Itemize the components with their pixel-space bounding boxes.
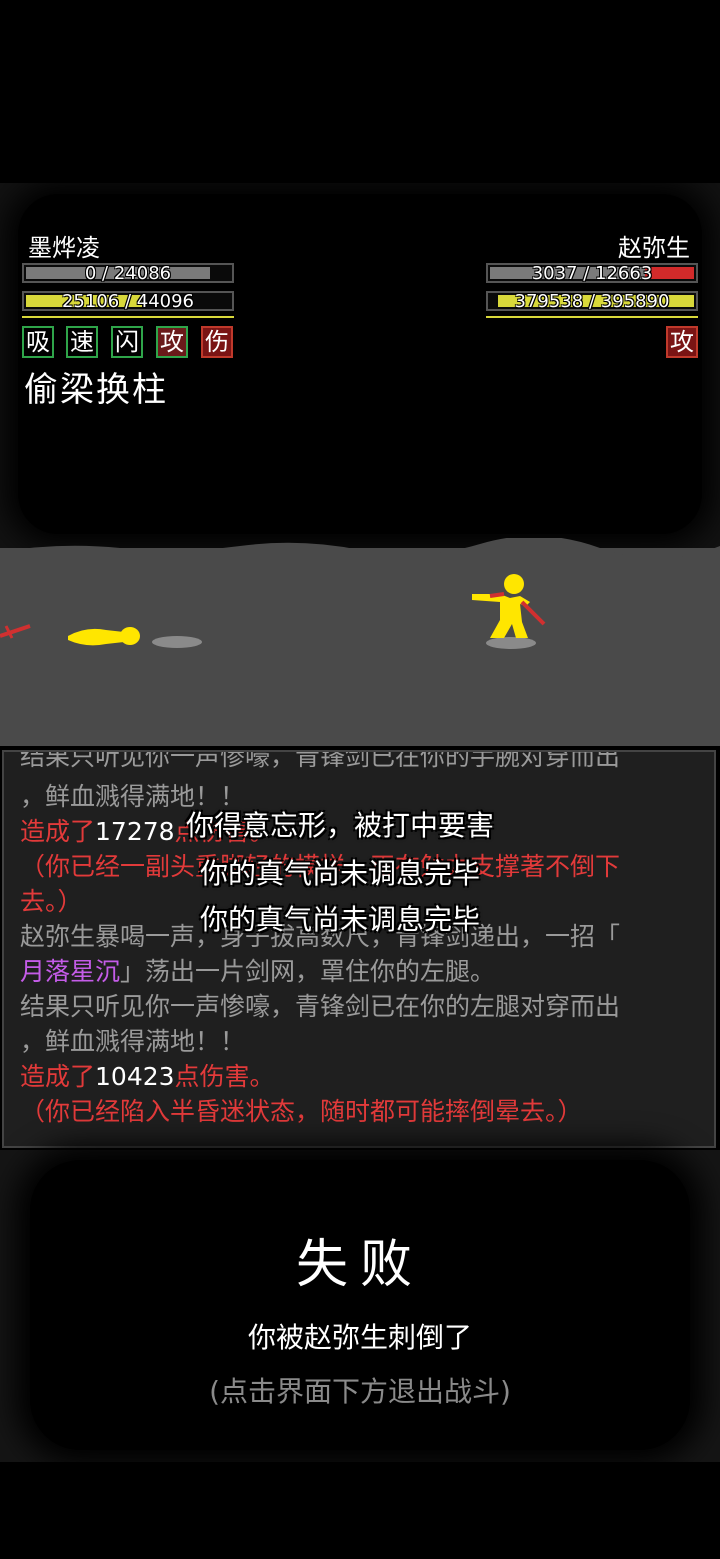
log-prefix: 造成了 bbox=[20, 817, 96, 846]
log-line: 结果只听见你一声惨嚎，青锋剑已在你的手腕对穿而出 bbox=[20, 750, 621, 771]
floating-text: 你的真气尚未调息完毕 bbox=[200, 857, 481, 890]
log-line: 造成了10423点伤害。 bbox=[20, 1060, 275, 1094]
log-line: 去。） bbox=[20, 887, 83, 916]
floating-text: 你得意忘形，被打中要害 bbox=[186, 809, 495, 842]
enemy-hp-text: 3037 / 12663 bbox=[531, 263, 653, 284]
fallen-player-figure bbox=[68, 627, 140, 646]
enemy-mp-text: 379538 / 395890 bbox=[514, 291, 670, 312]
player-name: 墨烨凌 bbox=[28, 234, 100, 262]
enemy-hp-bar: 3037 / 12663 bbox=[486, 263, 698, 284]
damage-value: 17278 bbox=[95, 817, 175, 846]
result-title: 失败 bbox=[295, 1235, 424, 1295]
buff-absorb-badge: 吸 bbox=[22, 326, 54, 358]
damage-value: 10423 bbox=[95, 1062, 175, 1091]
enemy-underline bbox=[486, 316, 698, 318]
floating-text: 你的真气尚未调息完毕 bbox=[200, 903, 481, 936]
buff-damage-badge: 伤 bbox=[201, 326, 233, 358]
enemy-figure bbox=[472, 574, 546, 638]
buff-speed-badge: 速 bbox=[66, 326, 98, 358]
log-line: （你已经陷入半昏迷状态，随时都可能摔倒晕去。） bbox=[20, 1097, 583, 1126]
player-shadow bbox=[152, 636, 202, 648]
exit-battle-hint[interactable]: (点击界面下方退出战斗) bbox=[0, 1370, 720, 1410]
enemy-mp-bar: 379538 / 395890 bbox=[486, 291, 698, 312]
log-line: 月落星沉」荡出一片剑网，罩住你的左腿。 bbox=[20, 955, 495, 989]
dropped-sword-icon bbox=[0, 624, 31, 639]
enemy-name: 赵弥生 bbox=[618, 234, 690, 262]
result-message: 你被赵弥生刺倒了 bbox=[247, 1321, 472, 1354]
player-mp-bar: 25106 / 44096 bbox=[22, 291, 234, 312]
player-underline bbox=[22, 316, 234, 318]
current-skill-name: 偷梁换柱 bbox=[24, 370, 168, 410]
buff-dodge-badge: 闪 bbox=[111, 326, 143, 358]
enemy-buff-attack-badge: 攻 bbox=[666, 326, 698, 358]
arena-edge bbox=[0, 538, 720, 560]
log-text: 」荡出一片剑网，罩住你的左腿。 bbox=[120, 957, 496, 986]
log-suffix: 点伤害。 bbox=[174, 1062, 275, 1091]
log-line: 结果只听见你一声惨嚎，青锋剑已在你的左腿对穿而出 bbox=[20, 992, 621, 1021]
log-line: ，鲜血溅得满地！！ bbox=[20, 1027, 246, 1056]
skill-name-highlight: 月落星沉 bbox=[20, 957, 121, 986]
player-hp-text: 0 / 24086 bbox=[84, 263, 172, 284]
player-hp-bar: 0 / 24086 bbox=[22, 263, 234, 284]
buff-attack-badge: 攻 bbox=[156, 326, 188, 358]
player-mp-text: 25106 / 44096 bbox=[61, 291, 195, 312]
log-prefix: 造成了 bbox=[20, 1062, 96, 1091]
